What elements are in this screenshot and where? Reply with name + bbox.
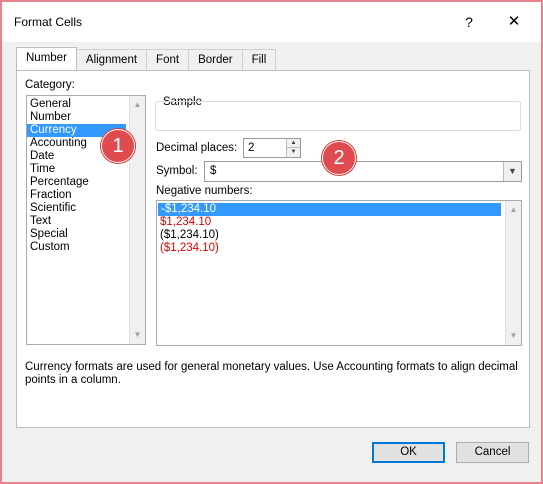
category-scrollbar[interactable]: ▲ ▼ <box>129 96 145 344</box>
tab-border[interactable]: Border <box>188 49 243 70</box>
negative-numbers-listbox[interactable]: -$1,234.10 $1,234.10 ($1,234.10) ($1,234… <box>156 200 522 346</box>
tab-strip: Number Alignment Font Border Fill <box>16 47 277 71</box>
tab-font[interactable]: Font <box>146 49 190 70</box>
category-item[interactable]: Percentage <box>27 176 145 189</box>
decimal-places-stepper[interactable]: 2 ▲ ▼ <box>243 138 301 158</box>
decrement-icon[interactable]: ▼ <box>287 148 300 157</box>
sample-preview <box>155 101 521 131</box>
category-item[interactable]: Text <box>27 215 145 228</box>
negative-format-item-selected[interactable]: -$1,234.10 <box>158 203 501 216</box>
help-button[interactable]: ? <box>457 10 481 34</box>
annotation-badge-2: 2 <box>322 141 356 175</box>
dialog-title: Format Cells <box>14 15 83 29</box>
negative-format-item[interactable]: ($1,234.10) <box>157 229 521 242</box>
scroll-up-icon[interactable]: ▲ <box>130 98 145 112</box>
stepper-buttons: ▲ ▼ <box>286 139 300 157</box>
symbol-label: Symbol: <box>156 165 198 177</box>
category-item[interactable]: Scientific <box>27 202 145 215</box>
scroll-up-icon[interactable]: ▲ <box>506 203 521 217</box>
negative-format-item[interactable]: ($1,234.10) <box>157 242 521 255</box>
category-item[interactable]: Number <box>27 111 145 124</box>
negative-numbers-scrollbar[interactable]: ▲ ▼ <box>505 201 521 345</box>
category-item[interactable]: Special <box>27 228 145 241</box>
tab-number[interactable]: Number <box>16 47 77 70</box>
negative-format-item[interactable]: $1,234.10 <box>157 216 521 229</box>
chevron-down-icon[interactable]: ▼ <box>503 162 521 181</box>
category-item[interactable]: Custom <box>27 241 145 254</box>
annotation-badge-1: 1 <box>101 129 135 163</box>
category-label: Category: <box>25 79 75 91</box>
close-button[interactable]: ✕ <box>502 10 526 34</box>
decimal-places-label: Decimal places: <box>156 142 238 154</box>
title-bar: Format Cells ? ✕ <box>2 2 541 42</box>
number-tab-panel: Category: General Number Currency Accoun… <box>16 70 530 428</box>
category-item[interactable]: Fraction <box>27 189 145 202</box>
dialog-frame: Format Cells ? ✕ Number Alignment Font B… <box>0 0 543 484</box>
category-item[interactable]: General <box>27 98 145 111</box>
cancel-button[interactable]: Cancel <box>456 442 529 463</box>
negative-numbers-label: Negative numbers: <box>156 185 253 197</box>
ok-button[interactable]: OK <box>372 442 445 463</box>
scroll-down-icon[interactable]: ▼ <box>506 329 521 343</box>
increment-icon[interactable]: ▲ <box>287 139 300 148</box>
decimal-places-value[interactable]: 2 <box>248 142 254 154</box>
format-description: Currency formats are used for general mo… <box>25 361 518 386</box>
tab-alignment[interactable]: Alignment <box>75 49 148 70</box>
scroll-down-icon[interactable]: ▼ <box>130 328 145 342</box>
symbol-dropdown[interactable]: $ ▼ <box>204 161 522 182</box>
category-item[interactable]: Time <box>27 163 145 176</box>
symbol-value: $ <box>210 165 217 177</box>
tab-fill[interactable]: Fill <box>241 49 277 70</box>
